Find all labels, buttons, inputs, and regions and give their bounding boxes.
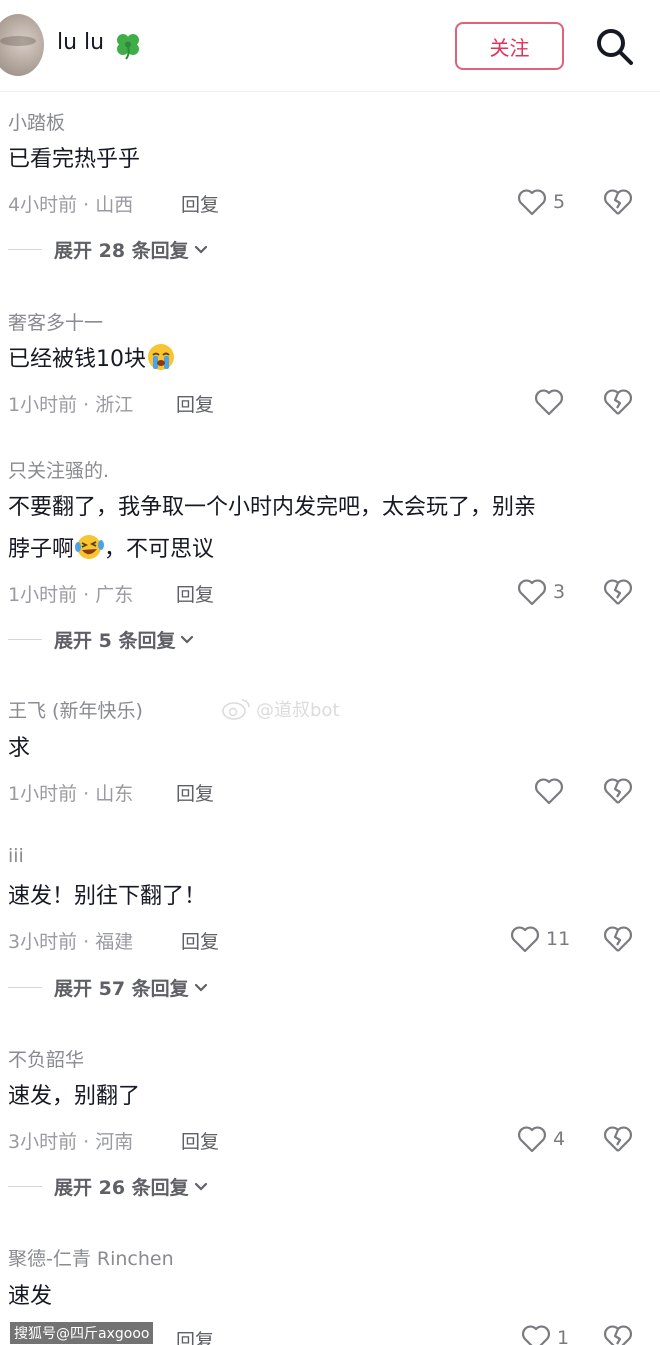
divider [8, 249, 42, 250]
like-button[interactable] [534, 388, 564, 416]
search-icon[interactable] [593, 25, 635, 67]
broken-heart-icon[interactable] [603, 577, 633, 607]
comment-time-location: 3小时前 · 福建 [8, 931, 134, 953]
avatar[interactable] [0, 14, 44, 76]
four-leaf-clover-icon [117, 34, 139, 60]
like-button[interactable]: 1 [521, 1324, 569, 1345]
heart-outline-icon [535, 778, 563, 805]
reply-button[interactable]: 回复 [176, 390, 214, 417]
expand-replies-label: 展开 5 条回复 [54, 630, 176, 652]
reply-button[interactable]: 回复 [176, 580, 214, 607]
comment-username[interactable]: 聚德-仁青 Rinchen [8, 1244, 174, 1271]
like-button[interactable] [534, 777, 564, 805]
comment-username[interactable]: 小踏板 [8, 108, 65, 135]
comment-text-part: ，不可思议 [104, 537, 215, 562]
watermark-text: @道叔bot [256, 700, 340, 721]
follow-button[interactable]: 关注 [455, 22, 564, 70]
heart-outline-icon [522, 1325, 550, 1345]
comment-username[interactable]: iii [8, 845, 24, 867]
chevron-down-icon [194, 1182, 207, 1191]
comment-time-location: 3小时前 · 河南 [8, 1131, 134, 1153]
reply-button[interactable]: 回复 [181, 927, 219, 954]
top-bar: lu lu 关注 [0, 0, 660, 92]
crying-face-emoji-icon [148, 344, 174, 370]
like-button[interactable]: 4 [517, 1125, 565, 1153]
laughing-crying-face-emoji-icon [75, 535, 105, 559]
comment-text-content: 已经被钱10块 [8, 347, 146, 372]
comment-username[interactable]: 王飞 (新年快乐) [8, 696, 143, 723]
divider [8, 987, 42, 988]
chevron-down-icon [194, 245, 207, 254]
comment-text-part: 脖子啊 [8, 537, 75, 562]
heart-outline-icon [511, 926, 539, 953]
chevron-down-icon [181, 635, 194, 644]
comment-text: 已经被钱10块 [8, 340, 638, 380]
broken-heart-icon[interactable] [603, 1124, 633, 1154]
broken-heart-icon[interactable] [603, 1323, 633, 1345]
comment-text: 速发，别翻了 [8, 1084, 141, 1109]
divider [8, 639, 42, 640]
comment-username[interactable]: 只关注骚的. [8, 456, 109, 483]
expand-replies-button[interactable]: 展开 26 条回复 [8, 1173, 209, 1200]
like-button[interactable]: 11 [510, 925, 570, 953]
broken-heart-icon[interactable] [603, 187, 633, 217]
comment-text: 速发！别往下翻了！ [8, 884, 207, 909]
broken-heart-icon[interactable] [603, 776, 633, 806]
reply-button[interactable]: 回复 [176, 779, 214, 806]
heart-outline-icon [518, 579, 546, 606]
chevron-down-icon [194, 983, 207, 992]
comment-time-location: 1小时前 · 浙江 [8, 394, 134, 416]
expand-replies-button[interactable]: 展开 5 条回复 [8, 626, 195, 653]
reply-button[interactable]: 回复 [181, 1127, 219, 1154]
weibo-logo-icon [222, 699, 250, 720]
comment-text-line-1: 不要翻了，我争取一个小时内发完吧，太会玩了，别亲 [8, 495, 537, 520]
heart-outline-icon [518, 189, 546, 216]
expand-replies-label: 展开 28 条回复 [54, 240, 189, 262]
comment-text: 求 [8, 736, 31, 761]
reply-button[interactable]: 回复 [181, 190, 219, 217]
broken-heart-icon[interactable] [603, 387, 633, 417]
like-count: 3 [553, 581, 566, 603]
heart-outline-icon [518, 1126, 546, 1153]
like-count: 1 [557, 1327, 570, 1345]
username[interactable]: lu lu [57, 30, 104, 55]
heart-outline-icon [535, 389, 563, 416]
comment-text: 已看完热乎乎 [8, 147, 141, 172]
divider [8, 1186, 42, 1187]
comment-username[interactable]: 奢客多十一 [8, 308, 103, 335]
like-count: 4 [553, 1128, 566, 1150]
comment-text-line-2: 脖子啊 ，不可思议 [8, 530, 638, 570]
expand-replies-label: 展开 26 条回复 [54, 1177, 189, 1199]
like-button[interactable]: 3 [517, 578, 565, 606]
broken-heart-icon[interactable] [603, 924, 633, 954]
comment-text: 速发 [8, 1284, 53, 1309]
like-count: 5 [553, 191, 566, 213]
expand-replies-button[interactable]: 展开 28 条回复 [8, 236, 209, 263]
like-button[interactable]: 5 [517, 188, 565, 216]
weibo-watermark: @道叔bot [222, 696, 340, 722]
source-watermark: 搜狐号@四斤axgooo [10, 1322, 154, 1344]
expand-replies-label: 展开 57 条回复 [54, 978, 189, 1000]
expand-replies-button[interactable]: 展开 57 条回复 [8, 974, 209, 1001]
like-count: 11 [546, 928, 571, 950]
reply-button[interactable]: 回复 [176, 1326, 214, 1345]
comment-time-location: 4小时前 · 山西 [8, 194, 134, 216]
comment-time-location: 1小时前 · 山东 [8, 783, 134, 805]
comment-time-location: 1小时前 · 广东 [8, 584, 134, 606]
comment-username[interactable]: 不负韶华 [8, 1045, 84, 1072]
